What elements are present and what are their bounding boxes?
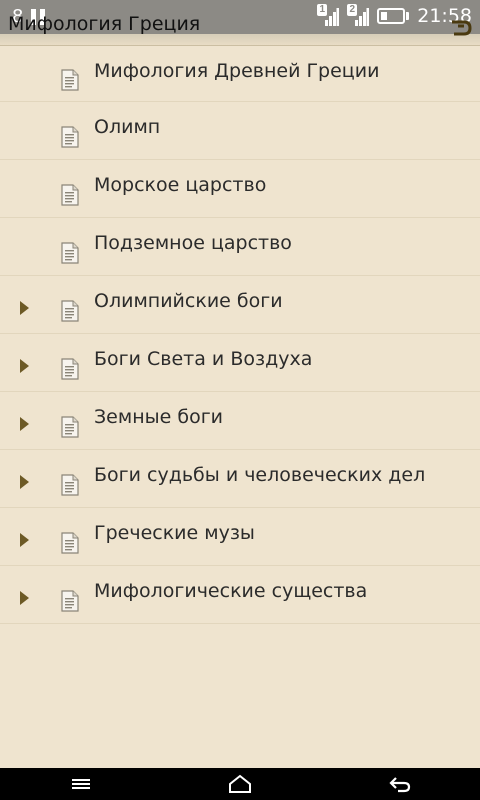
list-item-label: Подземное царство bbox=[94, 232, 292, 254]
list-item-label: Греческие музы bbox=[94, 522, 255, 544]
list-item-label: Морское царство bbox=[94, 174, 267, 196]
app-title: Мифология Греция bbox=[8, 13, 201, 35]
list-item[interactable]: Морское царство bbox=[0, 160, 480, 218]
document-icon bbox=[61, 68, 79, 91]
expand-arrow-icon[interactable] bbox=[20, 532, 29, 547]
list-item[interactable]: Греческие музы bbox=[0, 508, 480, 566]
topic-list: Мифология Древней Греции Олимп Морское цар… bbox=[0, 46, 480, 624]
list-item-label: Олимп bbox=[94, 116, 161, 138]
list-item[interactable]: Олимп bbox=[0, 102, 480, 160]
document-icon bbox=[61, 357, 79, 380]
expand-arrow-icon[interactable] bbox=[20, 300, 29, 315]
list-item-label: Боги судьбы и человеческих дел bbox=[94, 464, 426, 486]
sim1-signal-icon: 1 bbox=[317, 4, 340, 26]
document-icon bbox=[61, 183, 79, 206]
document-icon bbox=[61, 241, 79, 264]
list-item-label: Мифологические существа bbox=[94, 580, 368, 602]
menu-icon[interactable] bbox=[69, 774, 93, 794]
list-item[interactable]: Подземное царство bbox=[0, 218, 480, 276]
list-item[interactable]: Олимпийские боги bbox=[0, 276, 480, 334]
expand-arrow-icon[interactable] bbox=[20, 474, 29, 489]
document-icon bbox=[61, 473, 79, 496]
app-header-bar bbox=[0, 34, 480, 46]
list-item[interactable]: Боги Света и Воздуха bbox=[0, 334, 480, 392]
navigation-bar bbox=[0, 768, 480, 800]
home-icon[interactable] bbox=[228, 774, 252, 794]
sim2-signal-icon: 2 bbox=[347, 4, 370, 26]
back-icon[interactable] bbox=[388, 774, 412, 794]
expand-arrow-icon[interactable] bbox=[20, 416, 29, 431]
document-icon bbox=[61, 589, 79, 612]
app-corner-icon[interactable] bbox=[448, 16, 472, 38]
list-item-label: Боги Света и Воздуха bbox=[94, 348, 313, 370]
list-item[interactable]: Боги судьбы и человеческих дел bbox=[0, 450, 480, 508]
list-item[interactable]: Мифологические существа bbox=[0, 566, 480, 624]
list-item-label: Олимпийские боги bbox=[94, 290, 283, 312]
expand-arrow-icon[interactable] bbox=[20, 590, 29, 605]
list-item[interactable]: Земные боги bbox=[0, 392, 480, 450]
document-icon bbox=[61, 125, 79, 148]
document-icon bbox=[61, 531, 79, 554]
expand-arrow-icon[interactable] bbox=[20, 358, 29, 373]
document-icon bbox=[61, 415, 79, 438]
list-item-label: Мифология Древней Греции bbox=[94, 60, 380, 82]
list-item[interactable]: Мифология Древней Греции bbox=[0, 46, 480, 102]
battery-icon bbox=[377, 8, 410, 24]
list-item-label: Земные боги bbox=[94, 406, 224, 428]
document-icon bbox=[61, 299, 79, 322]
